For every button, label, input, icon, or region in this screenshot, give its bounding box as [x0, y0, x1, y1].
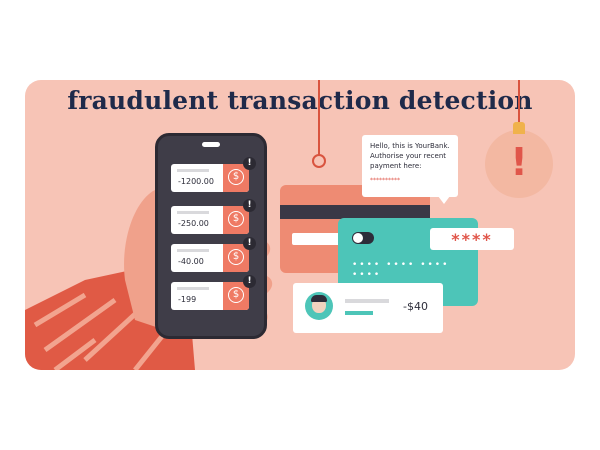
transaction-card: -$40: [293, 283, 443, 333]
dollar-coin-icon: $: [228, 287, 244, 303]
phone-notch: [202, 142, 220, 147]
transaction-row[interactable]: -40.00 $ !: [171, 237, 256, 272]
phone: -1200.00 $ ! -250.00 $ ! -40.00 $ ! -199…: [155, 133, 267, 339]
magnetic-stripe: [280, 205, 430, 219]
transaction-row[interactable]: -199 $ !: [171, 275, 256, 310]
row-amount: -250.00: [178, 219, 209, 228]
alert-icon: !: [243, 199, 256, 212]
dollar-coin-icon: $: [228, 249, 244, 265]
card-number-dots: •••• •••• •••• ••••: [352, 260, 450, 280]
row-placeholder-line: [177, 169, 209, 172]
dollar-coin-icon: $: [228, 211, 244, 227]
placeholder-line: [345, 299, 389, 303]
placeholder-line-accent: [345, 311, 373, 315]
transaction-row[interactable]: -250.00 $ !: [171, 199, 256, 234]
dollar-coin-icon: $: [228, 169, 244, 185]
avatar-hair-icon: [311, 295, 327, 302]
page-title: fraudulent transaction detection: [67, 86, 533, 115]
masked-link: **********: [370, 177, 400, 184]
hook-ring-icon: [312, 154, 326, 168]
warning-exclamation-icon: !: [510, 140, 528, 184]
transaction-row[interactable]: -1200.00 $ !: [171, 157, 256, 192]
pin-field: ****: [430, 228, 514, 250]
hook-string: [318, 80, 320, 156]
lamp-string: [518, 80, 520, 124]
transaction-amount: -$40: [403, 300, 428, 313]
avatar: [305, 292, 333, 320]
row-amount: -1200.00: [178, 177, 214, 186]
alert-icon: !: [243, 237, 256, 250]
row-placeholder-line: [177, 211, 209, 214]
row-amount: -40.00: [178, 257, 204, 266]
lamp-cap: [513, 122, 525, 134]
card-chip-toggle-icon: [352, 232, 374, 244]
row-placeholder-line: [177, 249, 209, 252]
alert-icon: !: [243, 275, 256, 288]
alert-icon: !: [243, 157, 256, 170]
bank-message-bubble: Hello, this is YourBank. Authorise your …: [362, 135, 458, 204]
row-amount: -199: [178, 295, 197, 304]
bank-message-text: Hello, this is YourBank. Authorise your …: [370, 142, 450, 170]
row-placeholder-line: [177, 287, 209, 290]
